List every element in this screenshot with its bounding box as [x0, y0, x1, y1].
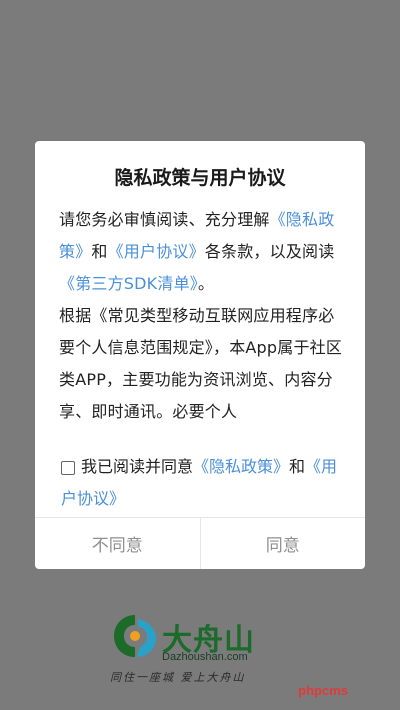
- user-agreement-link[interactable]: 《用户协议》: [108, 242, 205, 261]
- intro-text-3: 各条款，以及阅读: [204, 242, 335, 261]
- intro-text-4: 。: [197, 274, 215, 293]
- agree-checkbox[interactable]: [61, 461, 75, 475]
- watermark: phpcms: [298, 683, 348, 698]
- logo-mark-icon: [114, 615, 156, 657]
- privacy-dialog: 隐私政策与用户协议 请您务必审慎阅读、充分理解《隐私政策》和《用户协议》各条款，…: [35, 141, 365, 569]
- disagree-button[interactable]: 不同意: [35, 518, 200, 569]
- dialog-content[interactable]: 请您务必审慎阅读、充分理解《隐私政策》和《用户协议》各条款，以及阅读《第三方SD…: [59, 204, 343, 428]
- agree-button[interactable]: 同意: [199, 518, 366, 569]
- intro-paragraph: 请您务必审慎阅读、充分理解《隐私政策》和《用户协议》各条款，以及阅读《第三方SD…: [59, 204, 343, 300]
- logo-domain: Dazhoushan.com: [162, 651, 248, 663]
- agree-text: 我已阅读并同意: [81, 457, 194, 476]
- app-logo: 大舟山 Dazhoushan.com 同住一座城 爱上大舟山: [110, 611, 290, 686]
- legal-paragraph: 根据《常见类型移动互联网应用程序必要个人信息范围规定》，本App属于社区类APP…: [59, 306, 343, 421]
- logo-slogan: 同住一座城 爱上大舟山: [110, 671, 246, 684]
- agree-row: 我已阅读并同意《隐私政策》和《用户协议》: [61, 451, 347, 515]
- agree-and-text: 和: [289, 457, 306, 476]
- intro-text-1: 请您务必审慎阅读、充分理解: [59, 210, 270, 229]
- agree-privacy-link[interactable]: 《隐私政策》: [193, 457, 289, 476]
- sdk-list-link[interactable]: 《第三方SDK清单》: [59, 274, 198, 293]
- dialog-buttons: 不同意 同意: [35, 517, 365, 569]
- dialog-title: 隐私政策与用户协议: [114, 167, 286, 189]
- intro-text-2: 和: [91, 242, 108, 261]
